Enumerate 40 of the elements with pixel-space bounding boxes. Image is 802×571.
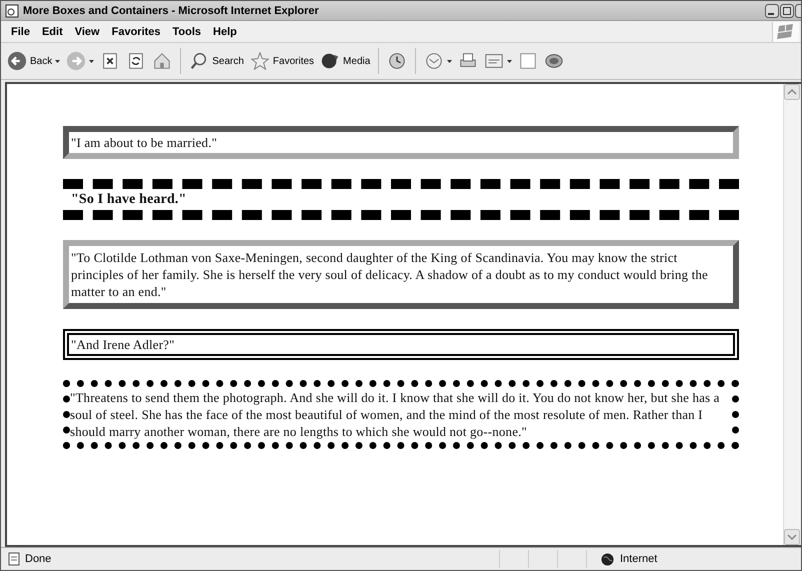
toolbar-button[interactable]: Back (7, 51, 60, 71)
scroll-up-icon[interactable] (784, 84, 800, 100)
clock-icon (387, 51, 408, 71)
toolbar-button[interactable]: Media (320, 51, 370, 71)
zone-text: Internet (620, 553, 658, 565)
scroll-down-icon[interactable] (784, 529, 800, 545)
quote-text: "So I have heard." (71, 192, 186, 207)
star-icon (250, 51, 270, 71)
status-text: Done (25, 553, 52, 565)
minimize-button[interactable] (765, 4, 779, 18)
menu-item[interactable]: Help (207, 26, 243, 38)
menu-item[interactable]: Favorites (106, 26, 167, 38)
scrollbar[interactable] (783, 84, 801, 545)
globe-icon (601, 552, 614, 566)
caret-icon (447, 60, 452, 62)
page-icon (7, 552, 21, 566)
menu-item[interactable]: View (68, 26, 106, 38)
chat-icon (544, 51, 564, 71)
toolbar-button[interactable] (544, 51, 564, 71)
quote-text: "Threatens to send them the photograph. And she will do it. I know that she will do it. You do not know her, but she has a soul of steel. She has the face of the most beautiful of women, and the mind of the most resolute of men. Rather than I should marry another woman, there are no lengths to which she would not go--none." (70, 390, 720, 439)
blank-page-icon (518, 51, 538, 71)
quote-text: "I am about to be married." (71, 135, 218, 150)
menu-item[interactable]: Edit (36, 26, 69, 38)
page-icon (5, 4, 19, 18)
mail-icon (424, 51, 444, 71)
toolbar-button[interactable] (387, 51, 408, 71)
toolbar-button[interactable]: Favorites (250, 51, 314, 71)
caret-icon (55, 60, 60, 62)
media-icon (320, 51, 340, 71)
quote-text: "And Irene Adler?" (71, 337, 175, 352)
quote-text: "To Clotilde Lothman von Saxe-Meningen, second daughter of the King of Scandinavia. You may know the strict principles of her family. She is herself the very soul of delicacy. A shadow of a doubt as to my conduct would bring the matter to an end." (71, 250, 708, 299)
caret-icon (89, 60, 94, 62)
menu-item[interactable]: File (5, 26, 36, 38)
edit-icon (484, 51, 504, 71)
home-icon (152, 51, 172, 71)
caret-icon (507, 60, 512, 62)
toolbar-button[interactable]: Search (189, 51, 244, 71)
menu-item[interactable]: Tools (166, 26, 208, 38)
close-button[interactable] (795, 4, 801, 18)
window-title: More Boxes and Containers - Microsoft Internet Explorer (23, 4, 320, 16)
